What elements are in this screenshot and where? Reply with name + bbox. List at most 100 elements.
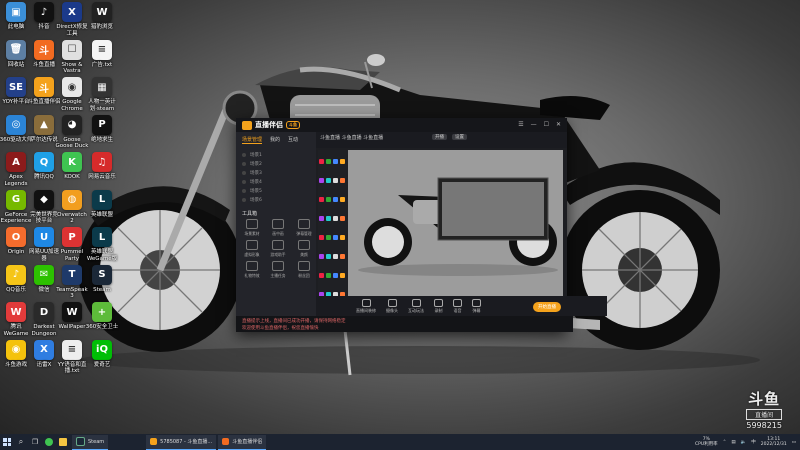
desktop-icon[interactable]: ☐ Show & Vastra: [58, 39, 86, 75]
app-icon: ◕: [62, 114, 82, 135]
chevron-up-icon[interactable]: ⌃: [723, 440, 727, 445]
desktop-icon[interactable]: T TeamSpeak 3: [56, 264, 88, 300]
scene-label: 场景4: [250, 179, 262, 185]
stream-preview[interactable]: [318, 150, 563, 296]
desktop-icon[interactable]: W WallPaper: [58, 302, 86, 331]
search-button[interactable]: ⌕: [14, 434, 28, 450]
scene-item[interactable]: 场景4: [242, 177, 310, 186]
desktop-icon[interactable]: ♪ QQ音乐: [2, 264, 30, 294]
desktop-icon[interactable]: W 腾讯WeGame: [2, 302, 30, 337]
desktop-icon[interactable]: SE YOY补平台: [2, 77, 30, 106]
tool-label: 礼物特效: [244, 273, 260, 278]
app-icon: U: [34, 227, 54, 247]
scene-item[interactable]: 场景2: [242, 159, 310, 168]
desktop-icon[interactable]: A Apex Legends: [2, 152, 30, 187]
pinned-app[interactable]: [56, 434, 70, 450]
desktop-icon[interactable]: ◉ Google Chrome: [58, 77, 86, 112]
desktop-icon[interactable]: ≡ YY语音和直 播.txt: [58, 339, 86, 375]
tool-item[interactable]: 弹幕管理: [292, 219, 316, 237]
tool-item[interactable]: 场景素材: [240, 219, 264, 237]
desktop-icon[interactable]: G GeForce Experience: [1, 189, 31, 225]
pinned-app[interactable]: [42, 434, 56, 450]
desktop-icon[interactable]: ◉ 斗鱼游戏: [2, 339, 30, 369]
taskbar-task[interactable]: 5785087 - 斗鱼直播...: [146, 434, 217, 450]
desktop-icon[interactable]: ▦ 人物一英计 划·steam: [88, 77, 116, 112]
desktop-icon[interactable]: +360安全卫士: [85, 302, 119, 331]
task-view-button[interactable]: ❐: [28, 434, 42, 450]
desktop-icon[interactable]: ◍ Overwatch 2: [57, 189, 87, 225]
close-icon[interactable]: ✕: [556, 121, 561, 128]
tool-item[interactable]: 礼物特效: [240, 261, 264, 279]
camera-button[interactable]: 摄像头: [386, 298, 398, 314]
tool-item[interactable]: 美颜: [292, 240, 316, 258]
desktop-icon[interactable]: ▣ 此电脑: [2, 2, 30, 31]
desktop-icon[interactable]: ◎ 360驱动大师: [0, 114, 32, 144]
tool-item[interactable]: 画中画: [266, 219, 290, 237]
desktop-icon[interactable]: ▲ 萨尔达传说: [30, 114, 58, 144]
stream-title[interactable]: 斗鱼直播 斗鱼直播 斗鱼直播: [320, 134, 383, 141]
app-logo-text: 直播伴侣: [255, 121, 283, 129]
input-method-icon[interactable]: 中: [751, 439, 756, 445]
app-icon: X: [34, 339, 54, 360]
desktop-icon[interactable]: K KOOK: [58, 152, 86, 181]
tab-scenes[interactable]: 场景管理: [242, 136, 263, 144]
minimize-icon[interactable]: —: [531, 121, 537, 128]
tool-item[interactable]: 游戏助手: [266, 240, 290, 258]
desktop-icon-label: Google Chrome: [61, 99, 83, 112]
start-button[interactable]: [0, 434, 14, 450]
desktop-icon[interactable]: W 猎豹浏览: [88, 2, 116, 31]
go-live-small-button[interactable]: 开播: [432, 134, 447, 140]
desktop-icon[interactable]: 斗斗鱼直播: [30, 39, 58, 69]
settings-small-button[interactable]: 设置: [452, 134, 467, 140]
tool-item[interactable]: 主播任务: [266, 261, 290, 279]
maximize-icon[interactable]: ☐: [544, 121, 549, 128]
voice-button[interactable]: 语音: [453, 298, 462, 314]
desktop-icon[interactable]: X 迅雷X: [30, 339, 58, 369]
taskbar-task[interactable]: Steam: [72, 434, 109, 450]
desktop-icon[interactable]: O Origin: [2, 227, 30, 256]
desktop-icon[interactable]: P Pummel Party: [58, 227, 86, 262]
desktop-icon[interactable]: ✉ 微信: [30, 264, 58, 294]
tab-mine[interactable]: 我的: [270, 136, 280, 144]
tool-icon: [246, 261, 258, 271]
desktop-icon[interactable]: ≡ 广告.txt: [88, 39, 116, 69]
start-live-button[interactable]: 开始直播: [533, 302, 561, 312]
desktop-icon[interactable]: ◕ Goose Goose Duck: [56, 114, 88, 150]
desktop-icon[interactable]: 🗑 回收站: [2, 39, 30, 69]
desktop-icon[interactable]: X DirectX修复 工具: [56, 2, 88, 37]
desktop-icon[interactable]: ♪ 抖音: [30, 2, 58, 31]
desktop-icon[interactable]: ♫ 网易云音乐: [88, 152, 116, 181]
desktop-icon[interactable]: S Steam: [88, 264, 116, 294]
interactive-play-button[interactable]: 互动玩法: [408, 298, 424, 314]
desktop-icon-label: 360安全卫士: [85, 324, 119, 330]
desktop-icon[interactable]: P 绝地求生: [88, 114, 116, 144]
volume-icon[interactable]: 🔈: [741, 440, 747, 445]
taskbar-task[interactable]: 斗鱼直播伴侣: [218, 434, 267, 450]
danmaku-button[interactable]: 弹幕: [472, 298, 481, 314]
scene-item[interactable]: 场景6: [242, 195, 310, 204]
scene-item[interactable]: 场景1: [242, 150, 310, 159]
menu-icon[interactable]: ☰: [518, 121, 523, 128]
notification-icon[interactable]: ▭: [792, 440, 796, 445]
scene-item[interactable]: 场景3: [242, 168, 310, 177]
desktop-icon[interactable]: D Darkest Dungeon: [30, 302, 58, 337]
app-icon: W: [62, 302, 82, 322]
streaming-app-window[interactable]: 直播伴侣 斗鱼 ☰ — ☐ ✕ 场景管理 我的 互动 场景1 场景2 场景3 场…: [236, 118, 607, 332]
network-icon[interactable]: ▤: [731, 440, 735, 445]
taskbar: ⌕ ❐ Steam 5785087 - 斗鱼直播... 斗鱼直播伴侣 7% CP…: [0, 434, 800, 450]
tab-interact[interactable]: 互动: [288, 136, 298, 144]
desktop-icon[interactable]: L 英雄联盟 WeGame版: [87, 227, 117, 262]
tool-item[interactable]: 粉丝团: [292, 261, 316, 279]
desktop-icon[interactable]: 斗斗鱼直播伴侣: [27, 77, 61, 106]
desktop-icon[interactable]: ◆ 完美世界竞 技平台: [30, 189, 58, 225]
desktop-icon[interactable]: iQ 爱奇艺: [88, 339, 116, 369]
desktop-icon[interactable]: U 网易UU加速 器: [29, 227, 59, 262]
desktop-icon[interactable]: Q 腾讯QQ: [30, 152, 58, 181]
clock[interactable]: 13:11 2022/12/31: [761, 437, 787, 447]
decorate-room-button[interactable]: 直播间装修: [356, 298, 376, 314]
app-sidebar: 场景管理 我的 互动 场景1 场景2 场景3 场景4 场景5 场景6 工具箱 场…: [236, 132, 316, 316]
record-button[interactable]: 录制: [434, 298, 443, 314]
scene-item[interactable]: 场景5: [242, 186, 310, 195]
tool-item[interactable]: 虚拟形象: [240, 240, 264, 258]
desktop-icon[interactable]: L 英雄联盟: [88, 189, 116, 219]
